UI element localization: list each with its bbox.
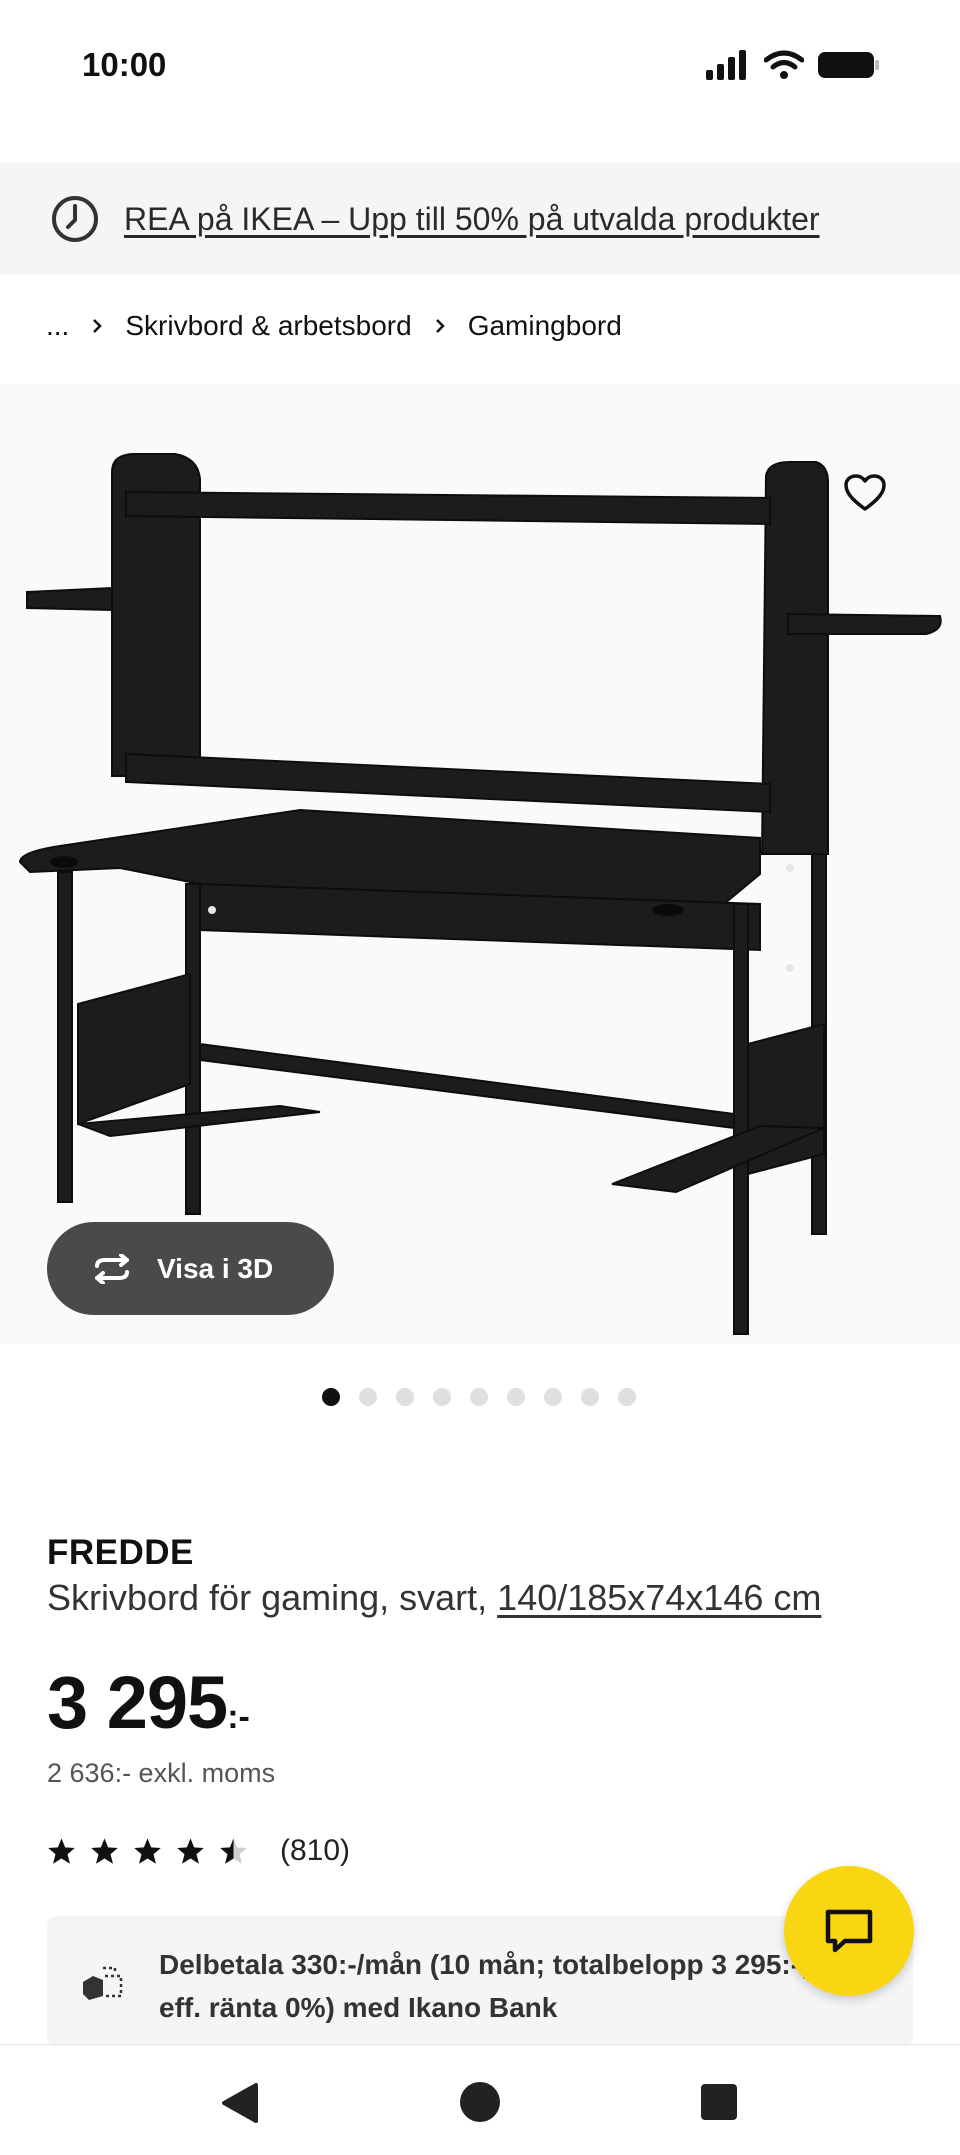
carousel-dot[interactable] [359, 1388, 377, 1406]
carousel-dot-active[interactable] [322, 1388, 340, 1406]
half-star-icon [220, 1838, 247, 1864]
product-image [18, 453, 942, 1335]
carousel-dot[interactable] [507, 1388, 525, 1406]
chevron-right-icon [434, 317, 446, 335]
financing-card[interactable]: Delbetala 330:-/mån (10 mån; totalbelopp… [47, 1916, 913, 2046]
financing-text: Delbetala 330:-/mån (10 mån; totalbelopp… [159, 1949, 810, 2023]
recent-apps-icon[interactable] [700, 2083, 738, 2121]
rotate-3d-icon [95, 1253, 129, 1284]
product-name: FREDDE [47, 1533, 194, 1572]
product-dimensions-link[interactable]: 140/185x74x146 cm [497, 1577, 821, 1618]
rating[interactable]: (810) [47, 1834, 350, 1868]
product-price: 3 295:- [47, 1660, 250, 1745]
price-suffix: :- [227, 1698, 250, 1736]
star-icon [177, 1838, 204, 1864]
breadcrumb: ... Skrivbord & arbetsbord Gamingbord [46, 306, 622, 346]
star-icon [134, 1838, 161, 1864]
carousel-dot[interactable] [396, 1388, 414, 1406]
review-count: (810) [280, 1834, 351, 1867]
carousel-dot[interactable] [618, 1388, 636, 1406]
product-description: Skrivbord för gaming, svart, 140/185x74x… [47, 1577, 821, 1619]
carousel-dot[interactable] [470, 1388, 488, 1406]
status-icons [706, 50, 880, 80]
breadcrumb-ellipsis[interactable]: ... [46, 310, 69, 342]
status-bar: 10:00 [0, 0, 960, 140]
status-time: 10:00 [82, 46, 167, 83]
view-in-3d-button[interactable]: Visa i 3D [47, 1222, 334, 1315]
battery-icon [818, 52, 879, 78]
carousel-indicator [322, 1388, 636, 1406]
promo-link[interactable]: REA på IKEA – Upp till 50% på utvalda pr… [124, 201, 820, 238]
product-type: Skrivbord för gaming, svart, [47, 1577, 498, 1618]
breadcrumb-item-desks[interactable]: Skrivbord & arbetsbord [125, 310, 411, 342]
promo-banner[interactable]: REA på IKEA – Upp till 50% på utvalda pr… [0, 163, 960, 275]
wifi-icon [764, 50, 804, 79]
payment-icon [83, 1966, 123, 2000]
system-navigation-bar [0, 2044, 960, 2155]
carousel-dot[interactable] [544, 1388, 562, 1406]
star-icon [48, 1838, 75, 1864]
chat-icon [825, 1909, 873, 1953]
signal-icon [706, 50, 746, 80]
breadcrumb-item-gaming-desks[interactable]: Gamingbord [468, 310, 622, 342]
clock-icon [52, 196, 98, 242]
carousel-dot[interactable] [433, 1388, 451, 1406]
chat-button[interactable] [784, 1866, 914, 1996]
view-in-3d-label: Visa i 3D [157, 1252, 274, 1284]
price-excl-vat: 2 636:- exkl. moms [47, 1758, 276, 1788]
heart-icon [844, 474, 886, 511]
product-gallery[interactable] [0, 384, 960, 1344]
back-icon[interactable] [220, 2081, 260, 2125]
favorite-button[interactable] [836, 464, 894, 522]
home-icon[interactable] [459, 2081, 501, 2123]
price-amount: 3 295 [47, 1661, 228, 1744]
star-icon [91, 1838, 118, 1864]
chevron-right-icon [91, 317, 103, 335]
carousel-dot[interactable] [581, 1388, 599, 1406]
